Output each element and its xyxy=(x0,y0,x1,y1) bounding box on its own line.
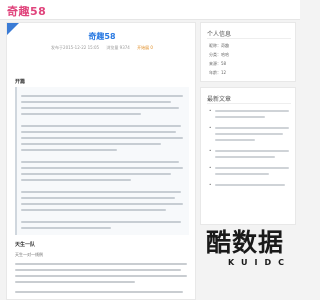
text-line xyxy=(215,150,289,152)
text-line xyxy=(15,281,135,283)
text-line xyxy=(15,275,187,277)
sidebar-recent-card: 最新文章 • • • • • xyxy=(200,87,296,225)
text-line xyxy=(21,143,161,145)
sidebar-info-card: 个人信息 昵称：奇趣 分类：哈哈 来源：58 年龄：12 xyxy=(200,22,296,82)
text-line xyxy=(215,116,265,118)
text-line xyxy=(215,133,283,135)
info-row: 昵称：奇趣 xyxy=(209,43,229,48)
section-subheading: 天生一对一线例 xyxy=(15,252,43,257)
sidebar-info-title: 个人信息 xyxy=(207,31,232,38)
top-bar: 奇趣58 xyxy=(0,0,300,20)
text-line xyxy=(15,269,181,271)
section-heading-two: 天生一队 xyxy=(15,242,36,248)
text-line xyxy=(21,227,111,229)
watermark-text: 酷数据 xyxy=(206,228,285,257)
watermark-subtext: KUIDC xyxy=(228,258,292,267)
text-line xyxy=(215,173,269,175)
text-line xyxy=(21,125,181,127)
section-heading-open: 开篇 xyxy=(15,79,26,85)
info-row: 分类：哈哈 xyxy=(209,52,229,57)
text-line xyxy=(15,291,183,293)
text-line xyxy=(21,149,117,151)
text-line xyxy=(21,107,179,109)
text-line xyxy=(215,184,285,186)
text-line xyxy=(21,191,181,193)
info-row: 来源：58 xyxy=(209,61,227,66)
text-line xyxy=(215,167,289,169)
text-line xyxy=(21,179,131,181)
site-logo[interactable]: 奇趣58 xyxy=(7,3,46,19)
article-meta: 发布于2015-12-22 15:05 浏览量 9374 开始展 0 xyxy=(7,45,195,51)
text-line xyxy=(21,131,176,133)
article-card: 奇趣58 发布于2015-12-22 15:05 浏览量 9374 开始展 0 … xyxy=(6,22,196,300)
view-count: 浏览量 9374 xyxy=(106,45,130,50)
text-line xyxy=(21,197,175,199)
text-line xyxy=(215,110,289,112)
text-line xyxy=(215,139,255,141)
article-quote-block xyxy=(15,87,189,235)
text-line xyxy=(21,209,166,211)
text-line xyxy=(21,167,183,169)
info-row: 年龄：12 xyxy=(209,70,227,75)
divider xyxy=(207,103,291,104)
text-line xyxy=(21,173,171,175)
watermark-logo: 酷数据 KUIDC xyxy=(206,228,298,267)
text-line xyxy=(215,127,289,129)
text-line xyxy=(215,156,275,158)
text-line xyxy=(21,101,171,103)
text-line xyxy=(21,161,179,163)
text-line xyxy=(21,137,183,139)
article-title: 奇趣58 xyxy=(88,32,116,41)
text-line xyxy=(15,263,187,265)
text-line xyxy=(21,113,141,115)
sidebar-recent-title: 最新文章 xyxy=(207,96,232,103)
meta-label: 开始展 0 xyxy=(137,45,153,50)
text-line xyxy=(21,95,183,97)
text-line xyxy=(21,203,183,205)
text-line xyxy=(21,221,181,223)
publish-date: 发布于2015-12-22 15:05 xyxy=(51,45,100,50)
divider xyxy=(207,38,291,39)
